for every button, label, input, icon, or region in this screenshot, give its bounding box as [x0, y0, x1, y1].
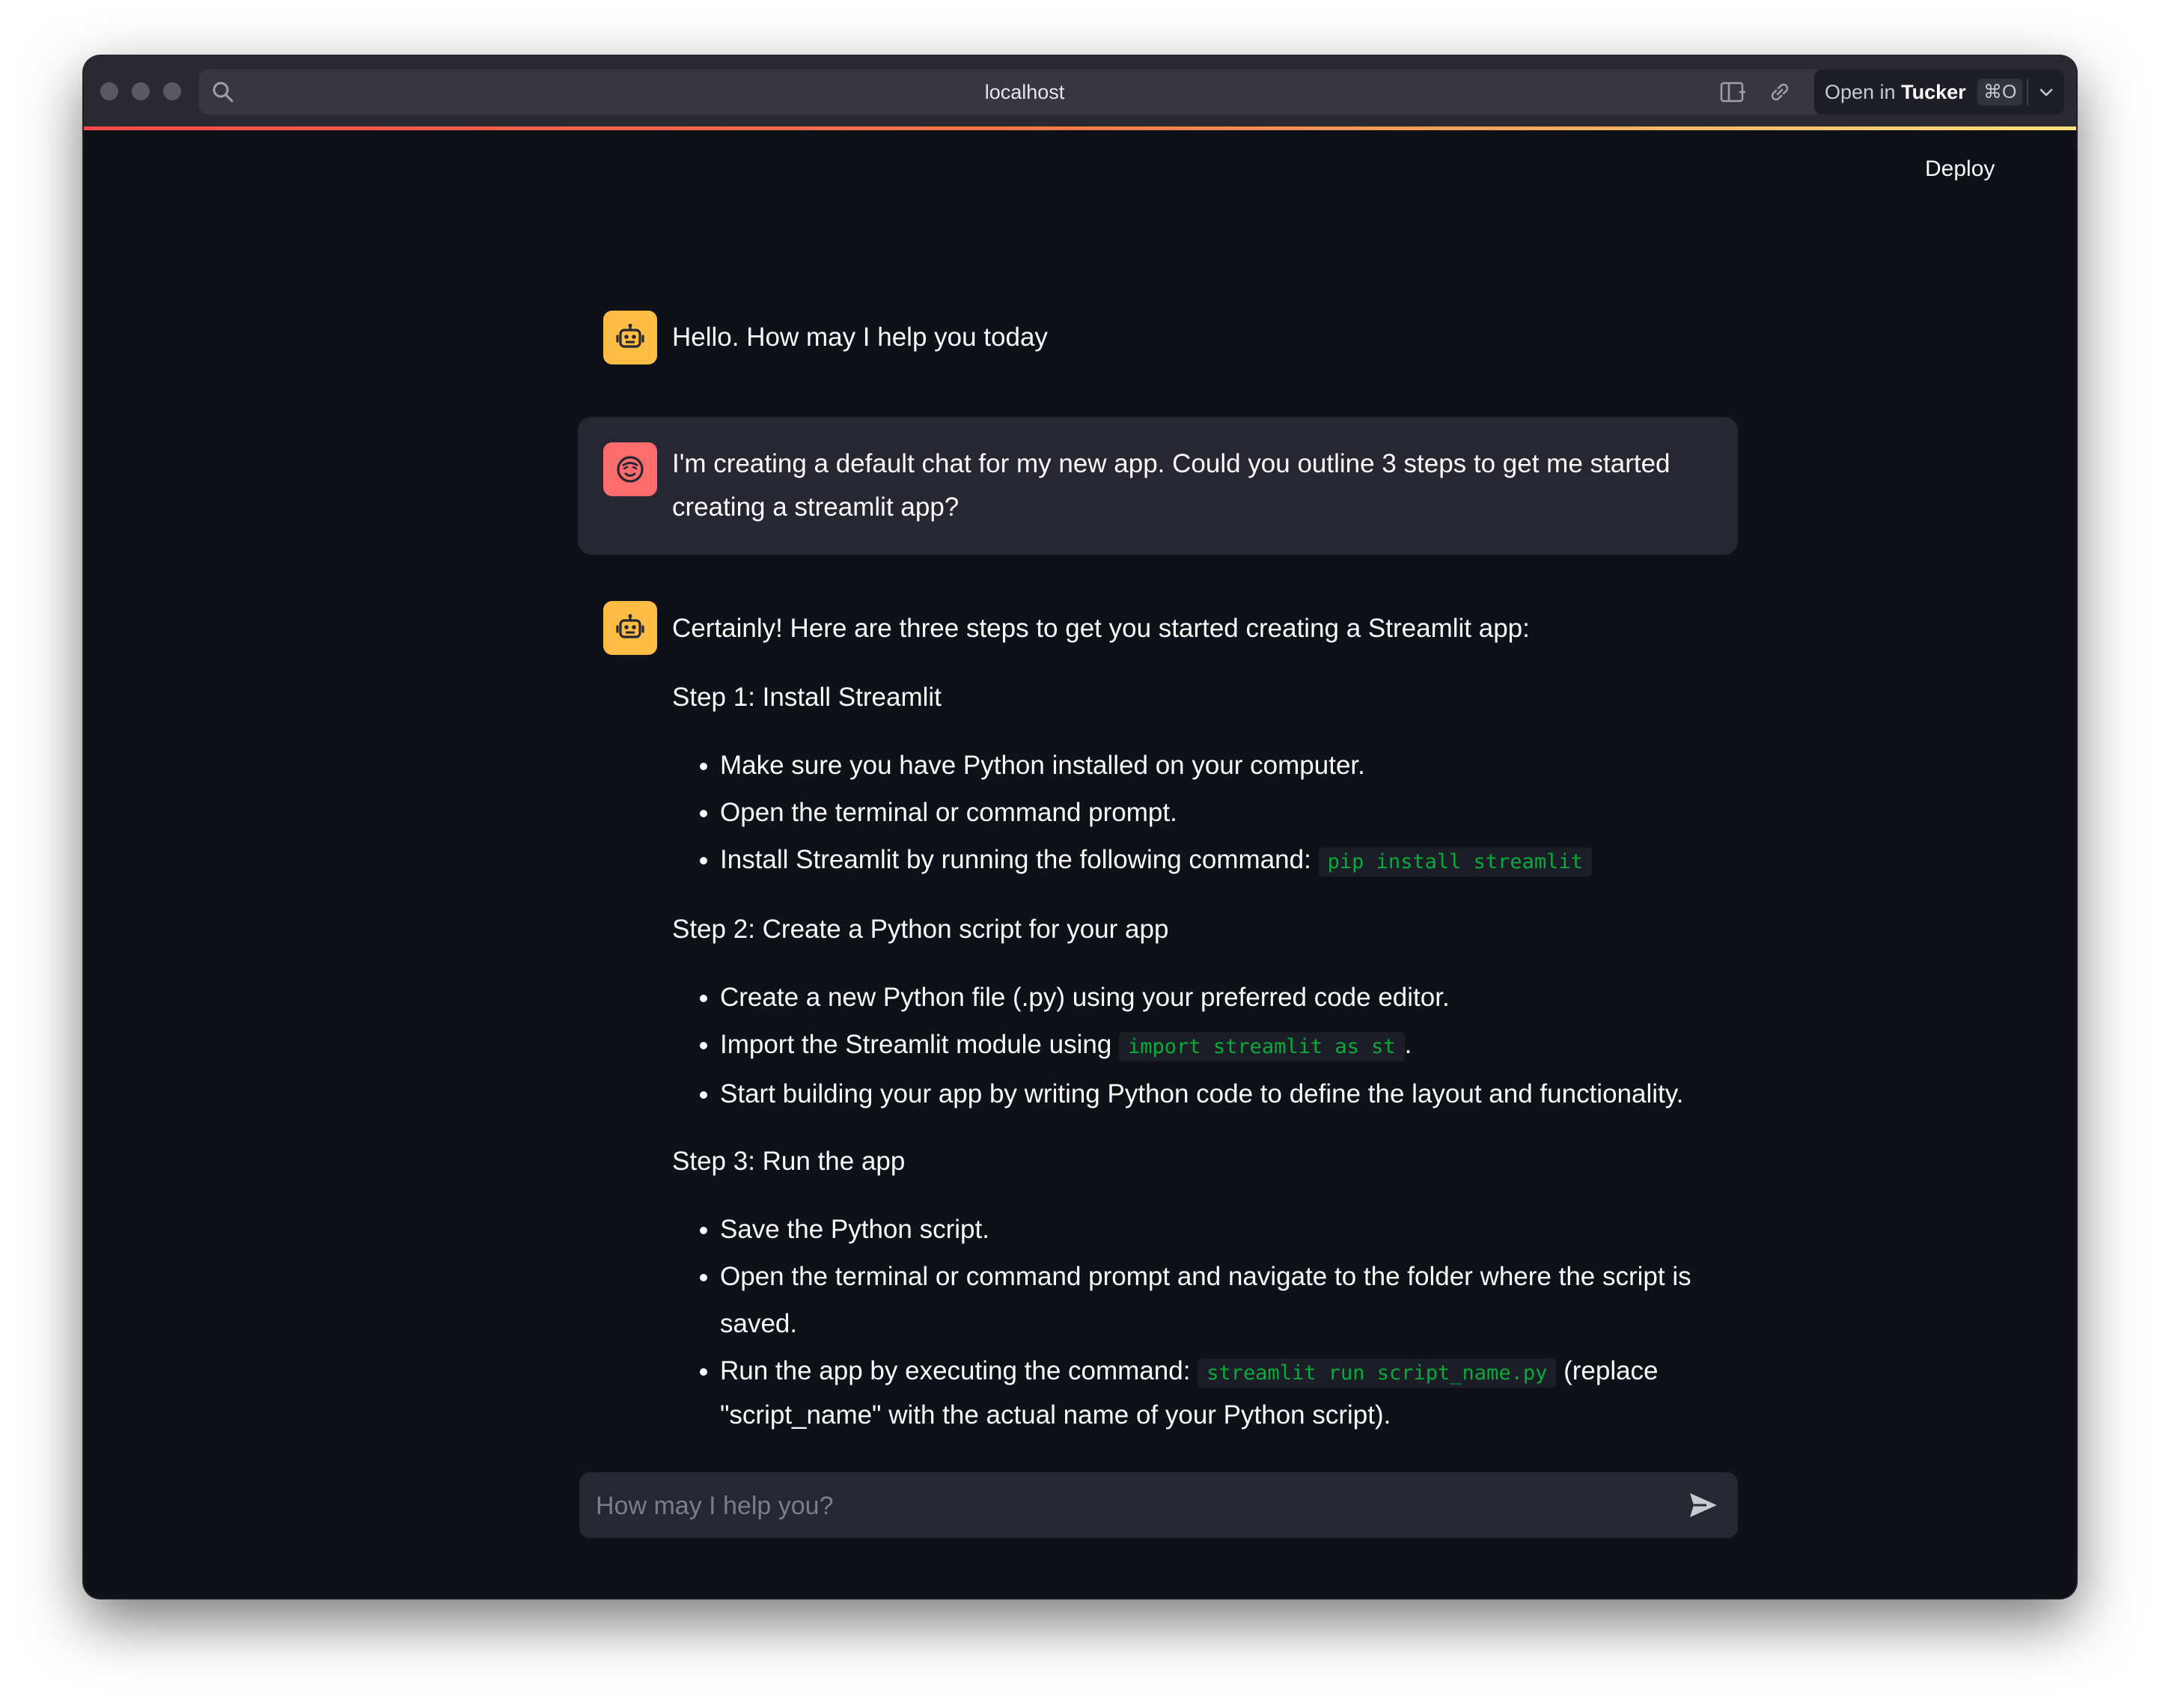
- list-item-punctuation: .: [1404, 1030, 1412, 1059]
- code-snippet: streamlit run script_name.py: [1198, 1358, 1557, 1388]
- list-item: Install Streamlit by running the followi…: [720, 836, 1720, 885]
- message-intro: Certainly! Here are three steps to get y…: [672, 614, 1530, 643]
- list-item: Start building your app by writing Pytho…: [720, 1070, 1720, 1117]
- step-title: Step 3: Run the app: [672, 1147, 906, 1176]
- list-item: Import the Streamlit module using import…: [720, 1021, 1720, 1070]
- chat-input[interactable]: [594, 1472, 1660, 1540]
- chat-message-user: I'm creating a default chat for my new a…: [578, 417, 1738, 555]
- step-list: Create a new Python file (.py) using you…: [672, 974, 1720, 1117]
- step-title: Step 1: Install Streamlit: [672, 683, 942, 712]
- list-item: Make sure you have Python installed on y…: [720, 742, 1720, 789]
- message-text: I'm creating a default chat for my new a…: [672, 449, 1671, 522]
- browser-window: localhost Open in Tucker ⌘O Deploy Hello…: [84, 56, 2076, 1598]
- step-title: Step 2: Create a Python script for your …: [672, 915, 1169, 944]
- list-item: Open the terminal or command prompt and …: [720, 1253, 1720, 1347]
- list-item-text: Import the Streamlit module using: [720, 1030, 1112, 1059]
- code-snippet: pip install streamlit: [1318, 847, 1592, 876]
- list-item: Save the Python script.: [720, 1206, 1720, 1253]
- step-list: Make sure you have Python installed on y…: [672, 742, 1720, 885]
- list-item: Open the terminal or command prompt.: [720, 789, 1720, 836]
- chat-message-assistant: Certainly! Here are three steps to get y…: [578, 601, 1738, 1454]
- smiley-face-icon: [603, 442, 657, 496]
- list-item-text: Run the app by executing the command:: [720, 1356, 1191, 1385]
- chat-input-box: [579, 1472, 1738, 1540]
- deploy-button[interactable]: Deploy: [1916, 149, 2004, 189]
- chat-message-assistant: Hello. How may I help you today: [578, 311, 1738, 400]
- app-main: Deploy Hello. How may I help you today I…: [84, 56, 2076, 1598]
- list-item: Create a new Python file (.py) using you…: [720, 974, 1720, 1021]
- step-list: Save the Python script. Open the termina…: [672, 1206, 1720, 1436]
- list-item: Run the app by executing the command: st…: [720, 1347, 1720, 1436]
- robot-icon: [603, 601, 657, 655]
- send-icon[interactable]: [1687, 1489, 1720, 1522]
- robot-icon: [603, 311, 657, 365]
- code-snippet: import streamlit as st: [1119, 1032, 1405, 1061]
- list-item-text: Install Streamlit by running the followi…: [720, 845, 1311, 874]
- message-text: Hello. How may I help you today: [672, 323, 1048, 352]
